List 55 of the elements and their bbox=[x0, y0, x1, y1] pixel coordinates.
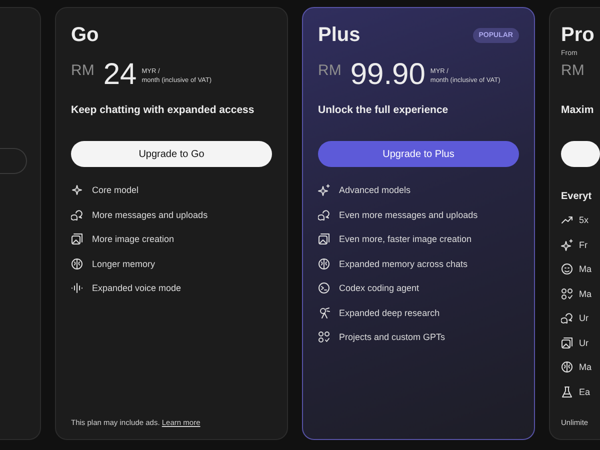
feature-text: Ma bbox=[579, 264, 592, 274]
feature-text: Ur bbox=[579, 313, 588, 324]
terminal-circle-icon bbox=[318, 282, 330, 294]
image-stack-icon bbox=[561, 336, 573, 349]
feature-text: 5x bbox=[579, 215, 589, 226]
brain-icon bbox=[561, 361, 573, 374]
plan-tagline: Keep chatting with expanded access bbox=[71, 104, 256, 116]
voice-wave-icon bbox=[71, 282, 83, 294]
upgrade-button[interactable] bbox=[561, 141, 600, 167]
currency-label: RM bbox=[318, 62, 342, 79]
sparkle-icon bbox=[71, 184, 83, 196]
grid-icon bbox=[318, 331, 330, 344]
plan-tagline: Maxim bbox=[561, 104, 595, 116]
feature-text: Even more messages and uploads bbox=[339, 210, 478, 220]
flask-icon bbox=[561, 386, 573, 398]
price-amount: 99.90 bbox=[350, 60, 426, 90]
upgrade-button[interactable]: Upgrade to Plus bbox=[318, 141, 519, 167]
price-amount: 24 bbox=[103, 60, 137, 90]
feature-text: Longer memory bbox=[92, 258, 156, 269]
feature-text: Advanced models bbox=[339, 185, 411, 196]
feature-text: Ma bbox=[579, 288, 592, 299]
plan-name: Go bbox=[71, 24, 99, 46]
brain-icon bbox=[318, 258, 330, 270]
feature-text: Expanded memory across chats bbox=[339, 258, 468, 269]
trend-up-icon bbox=[561, 214, 573, 226]
image-stack-icon bbox=[318, 233, 330, 246]
plan-tagline: Unlock the full experience bbox=[318, 104, 450, 116]
feature-text: Expanded voice mode bbox=[92, 283, 182, 294]
feature-text: Expanded deep research bbox=[339, 308, 440, 318]
feature-text: Codex coding agent bbox=[339, 283, 420, 294]
feature-text: Core model bbox=[92, 185, 139, 196]
sparkles-icon bbox=[561, 238, 573, 251]
feature-text: Ur bbox=[579, 338, 588, 348]
feature-text: Fr bbox=[579, 240, 588, 250]
plan-name: Pro bbox=[561, 24, 594, 46]
brain-icon bbox=[71, 258, 83, 270]
chat-bubbles-icon bbox=[561, 312, 573, 324]
feature-text: Ma bbox=[579, 362, 592, 372]
currency-label: RM bbox=[71, 62, 94, 79]
plan-name: Plus bbox=[318, 24, 360, 46]
feature-text: More messages and uploads bbox=[92, 210, 208, 220]
chat-bubbles-icon bbox=[71, 208, 83, 221]
feature-text: Ea bbox=[579, 386, 590, 397]
grid-icon bbox=[561, 288, 573, 300]
sparkles-icon bbox=[318, 184, 330, 196]
face-icon bbox=[561, 263, 573, 276]
currency-label: RM bbox=[561, 62, 584, 79]
chat-bubbles-icon bbox=[318, 208, 330, 221]
image-stack-icon bbox=[71, 233, 83, 246]
feature-text: Projects and custom GPTs bbox=[339, 332, 446, 342]
upgrade-button[interactable]: Upgrade to Go bbox=[71, 141, 272, 167]
feature-text: Even more, faster image creation bbox=[339, 234, 472, 244]
telescope-icon bbox=[318, 306, 330, 319]
features-heading: Everyt bbox=[561, 191, 593, 202]
feature-text: More image creation bbox=[92, 234, 174, 244]
